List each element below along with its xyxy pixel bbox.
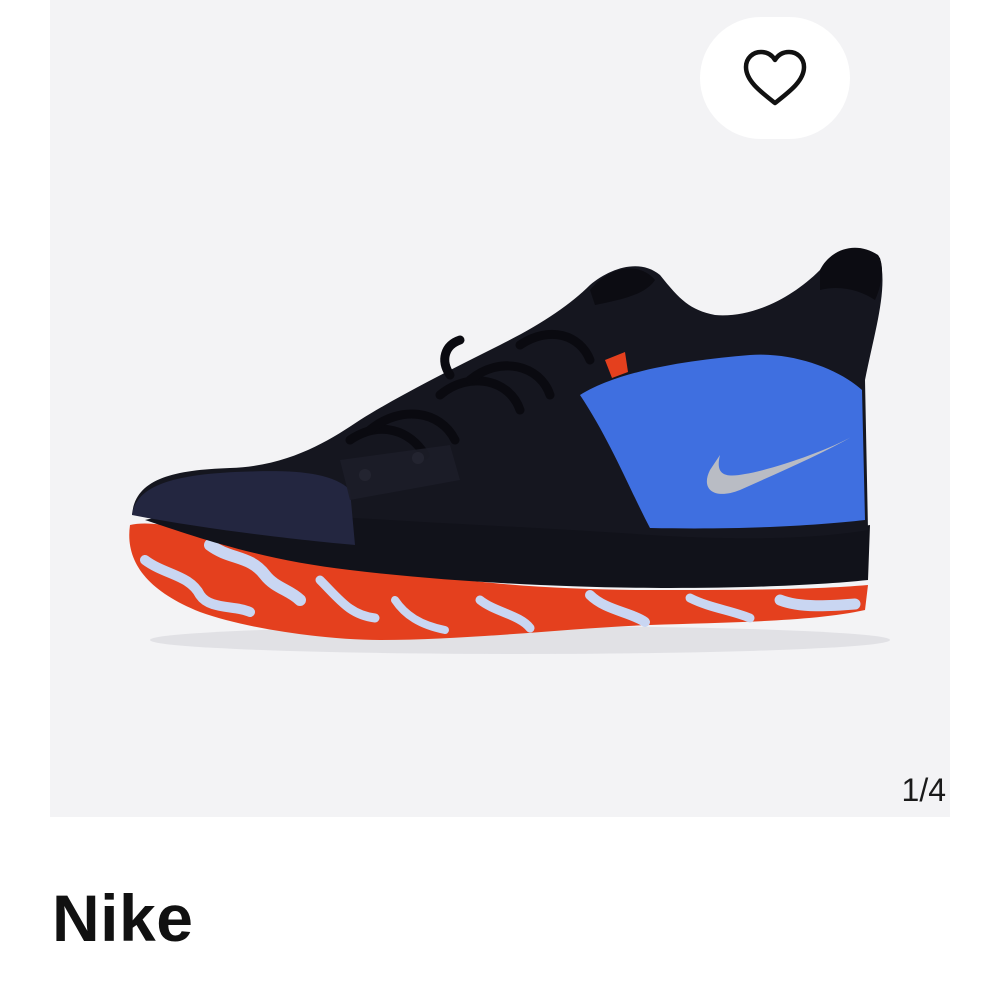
image-gallery[interactable]: 1/4 (50, 0, 950, 817)
brand-name[interactable]: Nike (52, 880, 193, 956)
image-counter: 1/4 (901, 772, 946, 808)
product-page: 1/4 Nike (0, 0, 1000, 1000)
heart-outline-icon (743, 49, 807, 106)
favorite-button[interactable] (700, 17, 850, 139)
